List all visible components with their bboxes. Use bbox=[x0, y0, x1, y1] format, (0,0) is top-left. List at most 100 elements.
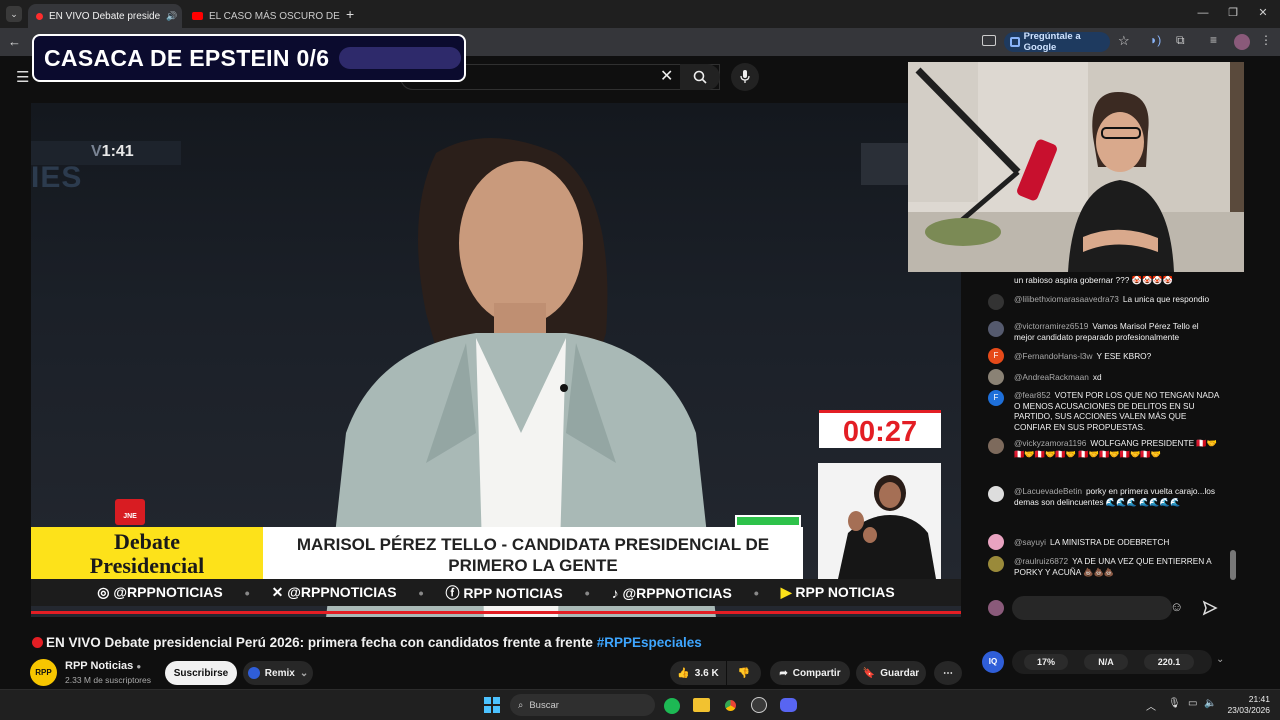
lower-third: Debate Presidencial MARISOL PÉREZ TELLO … bbox=[31, 527, 961, 579]
share-button[interactable]: ➦ Compartir bbox=[770, 661, 850, 685]
x-handle: ✕ @RPPNOTICIAS bbox=[271, 584, 397, 600]
chat-message-input[interactable] bbox=[1012, 596, 1172, 620]
google-lens-icon bbox=[1010, 37, 1020, 47]
remix-button[interactable]: Remix ⌄ bbox=[243, 661, 313, 685]
more-actions-button[interactable]: ⋯ bbox=[934, 661, 962, 685]
chat-scrollbar[interactable] bbox=[1230, 550, 1236, 580]
streamer-webcam bbox=[908, 62, 1244, 272]
steam-icon[interactable] bbox=[751, 697, 767, 713]
chat-message: @victorramirez6519 Vamos Marisol Pérez Te… bbox=[1014, 321, 1199, 342]
save-button[interactable]: 🔖 Guardar bbox=[856, 661, 926, 685]
microphone-icon bbox=[740, 70, 750, 83]
ask-google-button[interactable]: Pregúntale a Google bbox=[1004, 31, 1110, 53]
chevron-down-icon[interactable]: ⌄ bbox=[1216, 654, 1224, 665]
chat-avatar bbox=[988, 486, 1004, 502]
studio-clock: V1:41 bbox=[91, 143, 134, 160]
subscribe-button[interactable]: Suscribirse bbox=[165, 661, 237, 685]
chat-message: @LacuevadeBetin porky en primera vuelta c… bbox=[1014, 486, 1216, 507]
youtube-favicon-icon bbox=[192, 12, 203, 20]
chat-message: @FernandoHans-l3w Y ESE KBRO? bbox=[1014, 351, 1152, 361]
like-button[interactable]: 👍 3.6 K bbox=[670, 661, 726, 685]
webcam-scene bbox=[908, 62, 1244, 272]
chat-avatar bbox=[988, 369, 1004, 385]
channel-name[interactable]: RPP Noticias ● bbox=[65, 660, 141, 672]
youtube-handle: ▶ RPP NOTICIAS bbox=[780, 584, 895, 600]
taskbar-search[interactable]: ⌕ Buscar bbox=[510, 694, 655, 716]
recording-dot-icon bbox=[36, 12, 43, 20]
windows-start-icon[interactable] bbox=[484, 697, 500, 713]
overlay-title: CASACA DE EPSTEIN 0/6 bbox=[44, 44, 330, 71]
iq-badge[interactable]: IQ bbox=[982, 651, 1004, 673]
stat-percent: 17% bbox=[1024, 654, 1068, 670]
windows-taskbar: ⌕ Buscar ︿ 🎙 ▭ 🔈 21:41 23/03/2026 bbox=[0, 689, 1280, 720]
chat-avatar: F bbox=[988, 390, 1004, 406]
profile-avatar[interactable] bbox=[1234, 34, 1250, 50]
emoji-icon[interactable]: ☺ bbox=[1170, 599, 1183, 614]
clock-time[interactable]: 21:41 bbox=[1240, 694, 1270, 704]
close-window-button[interactable]: ✕ bbox=[1248, 4, 1278, 22]
thumbs-down-icon: 👎 bbox=[737, 667, 751, 679]
reading-list-icon[interactable]: ≡ bbox=[1210, 33, 1217, 47]
chat-message: @vickyzamora1196 WOLFGANG PRESIDENTE 🇵🇪🤝🇵… bbox=[1014, 438, 1218, 459]
bookmark-icon: 🔖 bbox=[862, 667, 876, 679]
audio-icon[interactable]: 🔊 bbox=[166, 11, 177, 22]
tab-debate[interactable]: EN VIVO Debate preside 🔊 ✕ bbox=[28, 4, 182, 28]
stream-overlay-counter: CASACA DE EPSTEIN 0/6 bbox=[32, 34, 466, 82]
video-player[interactable]: IES V1:41 JNE 00:27 Debate Presidencial … bbox=[31, 103, 961, 617]
video-title: EN VIVO Debate presidencial Perú 2026: p… bbox=[32, 635, 932, 650]
chat-avatar: F bbox=[988, 348, 1004, 364]
channel-row: RPP RPP Noticias ● 2.33 M de suscriptore… bbox=[30, 658, 970, 688]
hamburger-menu-icon[interactable]: ☰ bbox=[16, 68, 29, 86]
voice-search-button[interactable] bbox=[731, 63, 759, 91]
instagram-handle: ◎ @RPPNOTICIAS bbox=[97, 584, 223, 600]
chat-avatar bbox=[988, 321, 1004, 337]
search-icon bbox=[693, 70, 707, 84]
mic-tray-icon[interactable]: 🎙 bbox=[1168, 698, 1181, 709]
chat-message: @lilibethxiomarasaavedra73 La unica que r… bbox=[1014, 294, 1210, 304]
file-explorer-icon[interactable] bbox=[693, 698, 710, 712]
chat-message: @sayuyi LA MINISTRA DE ODEBRETCH bbox=[1014, 537, 1170, 547]
dislike-button[interactable]: 👎 bbox=[727, 661, 761, 685]
restore-button[interactable]: ❐ bbox=[1218, 4, 1248, 22]
chat-message: @AndreaRackmaan xd bbox=[1014, 372, 1102, 382]
hashtag-link[interactable]: #RPPEspeciales bbox=[597, 635, 702, 650]
monitor-tray-icon[interactable]: ▭ bbox=[1188, 698, 1197, 709]
tray-chevron-icon[interactable]: ︿ bbox=[1146, 698, 1156, 713]
chrome-icon[interactable] bbox=[722, 697, 739, 714]
cast-icon[interactable] bbox=[982, 35, 996, 46]
new-tab-button[interactable]: + bbox=[346, 6, 354, 22]
tiktok-handle: ♪ @RPPNOTICIAS bbox=[611, 584, 732, 601]
progress-bar[interactable] bbox=[31, 611, 961, 614]
minimize-button[interactable]: — bbox=[1188, 4, 1218, 22]
share-icon: ➦ bbox=[779, 667, 788, 679]
facebook-handle: ⓕ RPP NOTICIAS bbox=[445, 584, 563, 601]
search-icon: ⌕ bbox=[518, 699, 524, 711]
extensions-puzzle-icon[interactable]: ⧉ bbox=[1176, 33, 1185, 48]
clear-search-icon[interactable]: ✕ bbox=[660, 66, 673, 86]
bookmark-star-icon[interactable]: ☆ bbox=[1118, 33, 1130, 49]
channel-avatar[interactable]: RPP bbox=[30, 659, 57, 686]
thumbs-up-icon: 👍 bbox=[677, 667, 690, 679]
clock-date[interactable]: 23/03/2026 bbox=[1218, 705, 1270, 715]
overlay-progress-bar bbox=[339, 47, 462, 69]
stats-bar: IQ 17% N/A 220.1 ⌄ bbox=[982, 648, 1224, 676]
volume-tray-icon[interactable]: 🔈 bbox=[1204, 698, 1216, 709]
chat-avatar bbox=[988, 556, 1004, 572]
discord-icon[interactable] bbox=[780, 698, 797, 712]
tab-list-button[interactable]: ⌄ bbox=[6, 6, 22, 22]
tab-caso-oscuro[interactable]: EL CASO MÁS OSCURO DE TWI ✕ bbox=[184, 4, 340, 28]
live-chat: un rabioso aspira gobernar ??? 🤡🤡🤡🤡 @lil… bbox=[972, 272, 1240, 624]
send-icon[interactable] bbox=[1202, 600, 1218, 616]
chat-avatar bbox=[988, 438, 1004, 454]
green-indicator bbox=[735, 515, 801, 527]
back-arrow-icon[interactable]: ← bbox=[8, 34, 21, 49]
chat-input-row: ☺ bbox=[972, 592, 1240, 624]
browser-menu-icon[interactable]: ⋮ bbox=[1260, 33, 1272, 47]
search-button[interactable] bbox=[680, 64, 720, 90]
chat-message: @fear852 VOTEN POR LOS QUE NO TENGAN NADA… bbox=[1014, 390, 1219, 432]
chat-message: @raulruiz6872 YA DE UNA VEZ QUE ENTIERREN… bbox=[1014, 556, 1212, 577]
spotify-icon[interactable] bbox=[664, 698, 680, 714]
extension-wave-icon[interactable]: ◗) bbox=[1150, 33, 1161, 47]
speaking-timer: 00:27 bbox=[819, 410, 941, 448]
browser-tab-bar: ⌄ EN VIVO Debate preside 🔊 ✕ EL CASO MÁS… bbox=[0, 0, 1280, 28]
